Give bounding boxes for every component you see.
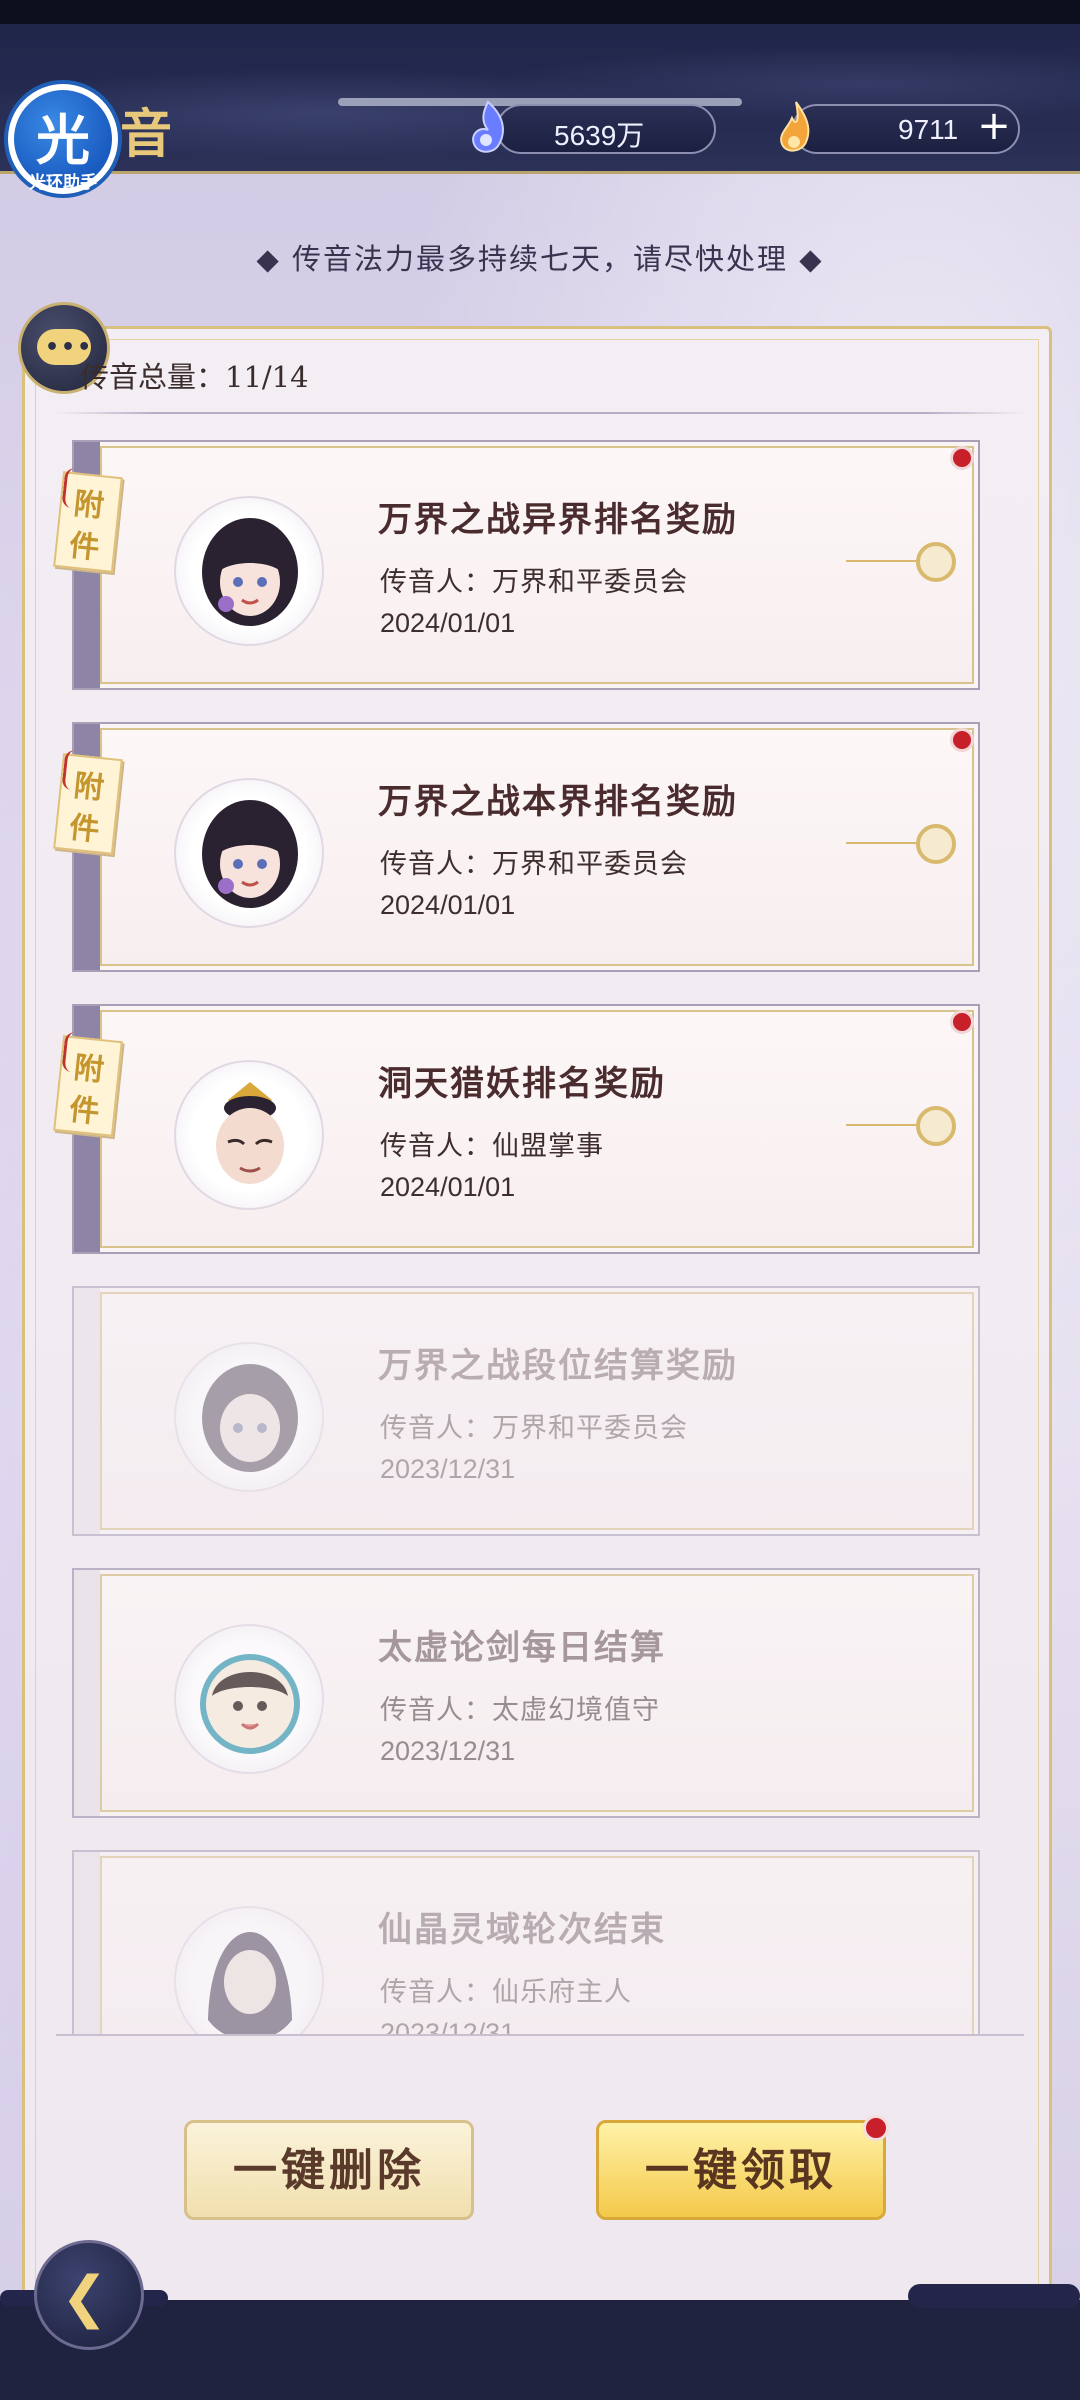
mail-sender: 传音人：万界和平委员会: [380, 567, 688, 598]
mail-sender: 传音人：仙乐府主人: [380, 1977, 632, 2008]
bottom-bar: [0, 2300, 1080, 2400]
mail-sender: 传音人：仙盟掌事: [380, 1131, 604, 1162]
divider: [56, 2034, 1024, 2036]
sender-avatar: [174, 1060, 324, 1210]
attachment-label: 附: [71, 768, 106, 807]
mail-item[interactable]: 仙晶灵域轮次结束 传音人：仙乐府主人 2023/12/31: [72, 1850, 980, 2034]
back-button[interactable]: ❮: [34, 2240, 144, 2350]
claim-all-button[interactable]: 一键领取: [596, 2115, 889, 2220]
seal-icon: [916, 542, 956, 582]
mail-date: 2024/01/01: [380, 890, 516, 920]
mail-title: 洞天猎妖排名奖励: [378, 1064, 666, 1104]
mail-title: 太虚论剑每日结算: [378, 1628, 666, 1668]
attachment-label: 件: [67, 1092, 102, 1131]
attachment-label: 件: [67, 810, 102, 849]
mail-date: 2023/12/31: [380, 1736, 516, 1766]
mail-sender: 传音人：万界和平委员会: [380, 849, 688, 880]
mail-item[interactable]: 太虚论剑每日结算 传音人：太虚幻境值守 2023/12/31: [72, 1568, 980, 1818]
card-edge: [74, 1852, 100, 2034]
mail-date: 2023/12/31: [380, 2018, 516, 2034]
mail-title: 万界之战本界排名奖励: [378, 782, 738, 822]
sender-avatar: [174, 496, 324, 646]
card-edge: [74, 1288, 100, 1534]
portrait-young-cultivator: [200, 1654, 300, 1754]
mail-date: 2024/01/01: [380, 1172, 516, 1202]
sender-avatar: [174, 1624, 324, 1774]
mail-item[interactable]: 洞天猎妖排名奖励 传音人：仙盟掌事 2024/01/01 附 件: [53, 1004, 980, 1254]
mail-title: 万界之战异界排名奖励: [378, 500, 738, 540]
portrait-girl-dark-hair: [202, 800, 298, 908]
attachment-tag: 附 件: [53, 1031, 123, 1137]
mail-title: 仙晶灵域轮次结束: [378, 1910, 666, 1950]
scroll-cord: [846, 842, 916, 844]
attachment-label: 件: [67, 528, 102, 567]
sender-avatar: [174, 1342, 324, 1492]
delete-all-button[interactable]: 一键删除: [184, 2120, 474, 2220]
mail-date: 2023/12/31: [380, 1454, 516, 1484]
portrait-girl-dark-hair: [202, 518, 298, 626]
seal-icon: [916, 824, 956, 864]
attachment-label: 附: [71, 486, 106, 525]
mail-item[interactable]: 万界之战段位结算奖励 传音人：万界和平委员会 2023/12/31: [72, 1286, 980, 1536]
mail-sender: 传音人：万界和平委员会: [380, 1413, 688, 1444]
portrait-long-hair-master: [207, 1932, 293, 2034]
mail-item[interactable]: 万界之战本界排名奖励 传音人：万界和平委员会 2024/01/01 附 件: [53, 722, 980, 972]
seal-icon: [916, 1106, 956, 1146]
attachment-tag: 附 件: [53, 749, 123, 855]
attachment-label: 附: [71, 1050, 106, 1089]
mail-title: 万界之战段位结算奖励: [378, 1346, 738, 1386]
scroll-cord: [846, 560, 916, 562]
unread-dot: [950, 446, 974, 470]
mail-date: 2024/01/01: [380, 608, 516, 638]
mail-sender: 传音人：太虚幻境值守: [380, 1695, 660, 1726]
unread-dot: [950, 728, 974, 752]
claim-notification-dot: [863, 2115, 889, 2141]
mail-item[interactable]: 万界之战异界排名奖励 传音人：万界和平委员会 2024/01/01 附 件: [53, 440, 980, 690]
mail-list[interactable]: 万界之战异界排名奖励 传音人：万界和平委员会 2024/01/01 附 件 万界…: [0, 0, 1080, 2034]
back-arrow-icon: ❮: [61, 2265, 108, 2330]
attachment-tag: 附 件: [53, 467, 123, 573]
card-edge: [74, 1570, 100, 1816]
unread-dot: [950, 1010, 974, 1034]
claim-all-label: 一键领取: [645, 2145, 837, 2196]
sender-avatar: [174, 778, 324, 928]
right-rail: [908, 2284, 1080, 2308]
portrait-elder-official: [216, 1082, 284, 1184]
scroll-cord: [846, 1124, 916, 1126]
portrait-girl-dark-hair: [202, 1364, 298, 1472]
